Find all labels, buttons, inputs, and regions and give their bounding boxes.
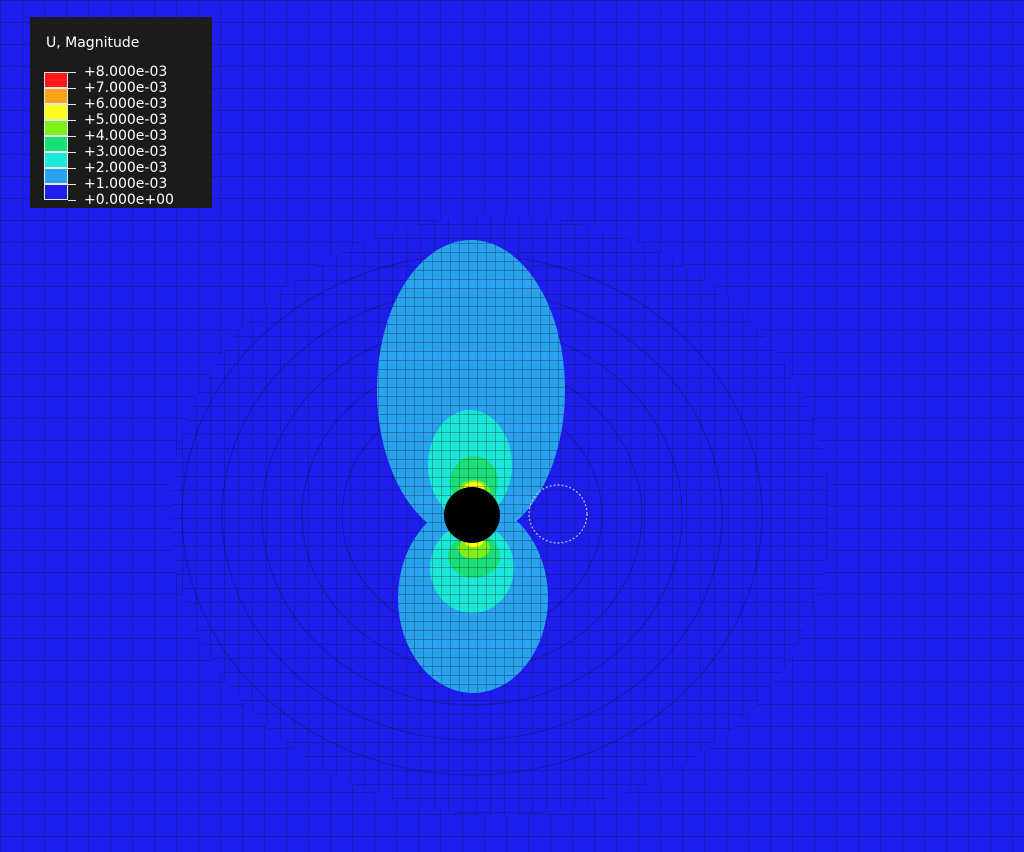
- legend-tick: [68, 168, 76, 169]
- legend-swatch: [44, 88, 68, 104]
- legend-panel: U, Magnitude +8.000e-03 +7.000e-03 +6.000e…: [30, 17, 212, 208]
- legend-swatch: [44, 184, 68, 200]
- legend-tick: [68, 200, 76, 201]
- legend-tick: [68, 104, 76, 105]
- legend-tick: [68, 72, 76, 73]
- legend-tick: [68, 184, 76, 185]
- tunnel-hole: [444, 487, 500, 543]
- legend-swatch: [44, 104, 68, 120]
- legend-level-label: +7.000e-03: [84, 80, 168, 96]
- legend-level-label: +8.000e-03: [84, 64, 168, 80]
- legend-swatch: [44, 168, 68, 184]
- legend-level-label: +4.000e-03: [84, 128, 168, 144]
- legend-tick: [68, 152, 76, 153]
- legend-level-label: +5.000e-03: [84, 112, 168, 128]
- contour-plot-viewport[interactable]: U, Magnitude +8.000e-03 +7.000e-03 +6.000e…: [0, 0, 1024, 852]
- legend-swatch: [44, 152, 68, 168]
- legend-level-label: +3.000e-03: [84, 144, 168, 160]
- legend-level-label: +2.000e-03: [84, 160, 168, 176]
- legend-tick: [68, 88, 76, 89]
- legend-level-label: +6.000e-03: [84, 96, 168, 112]
- legend-swatch: [44, 136, 68, 152]
- legend-title: U, Magnitude: [46, 35, 140, 51]
- legend-swatch: [44, 120, 68, 136]
- legend-swatch: [44, 72, 68, 88]
- legend-tick: [68, 136, 76, 137]
- legend-level-label: +1.000e-03: [84, 176, 168, 192]
- legend-tick: [68, 120, 76, 121]
- legend-level-label: +0.000e+00: [84, 192, 174, 208]
